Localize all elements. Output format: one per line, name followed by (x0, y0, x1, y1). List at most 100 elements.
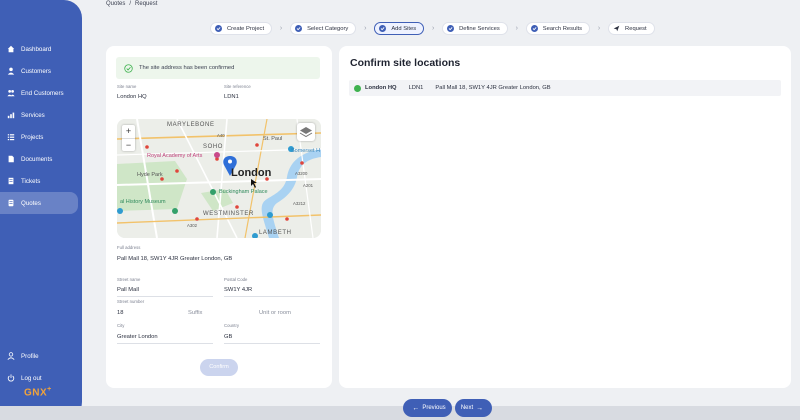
sidebar-nav: Dashboard Customers End Customers Servic… (0, 38, 82, 214)
ticket-icon (7, 177, 15, 185)
chevron-right-icon: › (515, 25, 518, 32)
map-label-a40: A40 (217, 133, 225, 138)
arrow-left-icon: ← (412, 404, 420, 412)
step-label: Create Project (227, 25, 265, 32)
services-icon (7, 111, 15, 119)
street-number-field[interactable]: 18 (117, 310, 123, 316)
breadcrumb-request: Request (135, 1, 158, 7)
postal-code-field[interactable]: SW1Y 4JR (224, 287, 252, 293)
confirm-locations-card: Confirm site locations London HQ LDN1 Pa… (339, 46, 791, 388)
gnx-logo: GNX+ (24, 386, 52, 399)
sidebar-item-label: Customers (21, 67, 51, 75)
sidebar-item-dashboard[interactable]: Dashboard (0, 38, 78, 60)
confirm-button[interactable]: Confirm (200, 359, 238, 376)
step-define-services[interactable]: Define Services (442, 22, 508, 35)
site-name-field[interactable]: London HQ (117, 94, 147, 100)
location-ref: LDN1 (408, 85, 424, 91)
banner-text: The site address has been confirmed (139, 65, 235, 71)
sidebar-item-label: End Customers (21, 89, 64, 97)
previous-label: Previous (422, 405, 446, 411)
map-zoom-controls: + − (122, 125, 135, 151)
sidebar-item-tickets[interactable]: Tickets (0, 170, 78, 192)
step-label: Request (625, 25, 647, 32)
check-icon (530, 25, 538, 32)
country-label: Country (224, 323, 240, 328)
check-icon (447, 25, 455, 32)
map-label-london: London (231, 167, 272, 179)
sidebar-item-projects[interactable]: Projects (0, 126, 78, 148)
map-label-somerset: Somerset H (291, 148, 321, 154)
confirm-locations-title: Confirm site locations (350, 57, 461, 69)
step-label: Search Results (542, 25, 583, 32)
progress-stepper: Create Project › Select Category › Add S… (210, 22, 655, 35)
chevron-right-icon: › (364, 25, 367, 32)
country-underline (224, 343, 320, 344)
sidebar-bottom: Profile Log out (0, 345, 82, 389)
full-address-label: Full address (117, 245, 141, 250)
quote-icon (7, 199, 15, 207)
sidebar-item-label: Log out (21, 374, 42, 382)
layers-icon (299, 127, 313, 138)
check-circle-icon (124, 63, 133, 73)
site-map[interactable]: + − MARYLEBONE SOHO St. Paul Somerset H … (117, 119, 321, 238)
sidebar-item-documents[interactable]: Documents (0, 148, 78, 170)
sidebar-item-label: Profile (21, 352, 39, 360)
full-address-field[interactable]: Pall Mall 18, SW1Y 4JR Greater London, G… (117, 256, 232, 262)
check-icon (379, 25, 387, 32)
breadcrumb: Quotes / Request (106, 1, 157, 7)
sidebar: Dashboard Customers End Customers Servic… (0, 0, 82, 420)
step-label: Add Sites (391, 25, 417, 32)
location-row[interactable]: London HQ LDN1 Pall Mall 18, SW1Y 4JR Gr… (349, 80, 781, 96)
site-reference-label: Site reference (224, 84, 251, 89)
breadcrumb-quotes[interactable]: Quotes (106, 1, 125, 7)
postal-code-label: Postal Code (224, 277, 248, 282)
sidebar-item-label: Documents (21, 155, 53, 163)
sidebar-item-label: Services (21, 111, 45, 119)
unit-field[interactable]: Unit or room (259, 310, 291, 316)
site-form-card: The site address has been confirmed Site… (106, 46, 332, 388)
chevron-right-icon: › (597, 25, 601, 32)
step-select-category[interactable]: Select Category (290, 22, 357, 35)
arrow-right-icon: → (476, 404, 484, 412)
city-label: City (117, 323, 125, 328)
map-label-natural-history: al History Museum (120, 199, 166, 205)
document-icon (7, 155, 15, 163)
step-create-project[interactable]: Create Project (210, 22, 273, 35)
map-label-royal-academy: Royal Academy of Arts (147, 153, 203, 159)
sidebar-item-services[interactable]: Services (0, 104, 78, 126)
site-name-label: Site name (117, 84, 137, 89)
next-button[interactable]: Next → (455, 399, 492, 417)
street-name-field[interactable]: Pall Mall (117, 287, 139, 293)
person-icon (7, 67, 15, 75)
sidebar-item-profile[interactable]: Profile (0, 345, 78, 367)
breadcrumb-separator: / (129, 1, 132, 7)
sidebar-item-label: Quotes (21, 199, 41, 207)
step-add-sites[interactable]: Add Sites (374, 22, 425, 35)
site-reference-field[interactable]: LDN1 (224, 94, 239, 100)
suffix-field[interactable]: Suffix (188, 310, 202, 316)
footer-bar (0, 406, 800, 420)
previous-button[interactable]: ← Previous (403, 399, 452, 417)
person-icon (7, 352, 15, 360)
street-name-label: Street name (117, 277, 141, 282)
postal-code-underline (224, 296, 320, 297)
check-icon (215, 25, 222, 32)
zoom-out-button[interactable]: − (122, 138, 135, 151)
map-label-buckingham: Buckingham Palace (219, 189, 268, 195)
sidebar-item-quotes[interactable]: Quotes (0, 192, 78, 214)
step-search-results[interactable]: Search Results (525, 22, 591, 35)
layers-button[interactable] (297, 123, 315, 141)
sidebar-item-end-customers[interactable]: End Customers (0, 82, 78, 104)
city-field[interactable]: Greater London (117, 334, 158, 340)
sidebar-item-label: Tickets (21, 177, 41, 185)
zoom-in-button[interactable]: + (122, 125, 135, 138)
step-request[interactable]: Request (608, 22, 655, 35)
sidebar-item-customers[interactable]: Customers (0, 60, 78, 82)
city-underline (117, 343, 213, 344)
country-field[interactable]: GB (224, 334, 232, 340)
step-label: Select Category (307, 25, 349, 32)
map-label-marylebone: MARYLEBONE (167, 122, 215, 128)
map-label-soho: SOHO (203, 144, 224, 150)
location-address: Pall Mall 18, SW1Y 4JR Greater London, G… (435, 85, 551, 91)
street-number-label: Street number (117, 299, 145, 304)
